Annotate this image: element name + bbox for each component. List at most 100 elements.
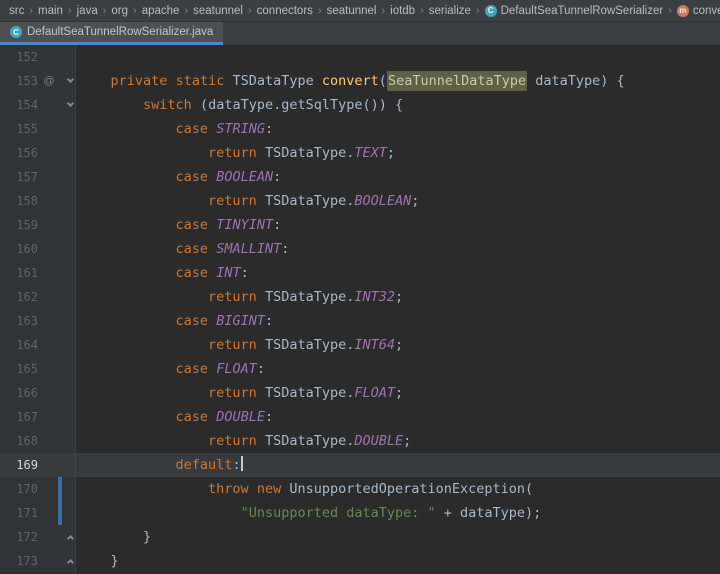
fold-toggle[interactable] bbox=[64, 525, 76, 549]
annotation-icon bbox=[42, 165, 56, 189]
nav-item-serialize[interactable]: serialize bbox=[426, 4, 474, 18]
gutter[interactable]: 155 bbox=[0, 117, 76, 141]
code-line[interactable]: 168 return TSDataType.DOUBLE; bbox=[0, 429, 720, 453]
code-line[interactable]: 156 return TSDataType.TEXT; bbox=[0, 141, 720, 165]
gutter[interactable]: 162 bbox=[0, 285, 76, 309]
tab-active-file[interactable]: C DefaultSeaTunnelRowSerializer.java bbox=[0, 22, 224, 45]
code-line[interactable]: 161 case INT: bbox=[0, 261, 720, 285]
code-text[interactable]: return TSDataType.INT32; bbox=[76, 285, 720, 309]
breadcrumb-separator: › bbox=[381, 4, 386, 17]
code-line[interactable]: 165 case FLOAT: bbox=[0, 357, 720, 381]
nav-item-java[interactable]: java bbox=[74, 4, 101, 18]
gutter[interactable]: 161 bbox=[0, 261, 76, 285]
code-text[interactable]: case STRING: bbox=[76, 117, 720, 141]
code-line[interactable]: 164 return TSDataType.INT64; bbox=[0, 333, 720, 357]
gutter[interactable]: 157 bbox=[0, 165, 76, 189]
gutter[interactable]: 170 bbox=[0, 477, 76, 501]
line-number: 159 bbox=[16, 218, 38, 232]
code-text[interactable]: return TSDataType.FLOAT; bbox=[76, 381, 720, 405]
gutter[interactable]: 169 bbox=[0, 453, 76, 477]
code-text[interactable]: case SMALLINT: bbox=[76, 237, 720, 261]
fold-toggle[interactable] bbox=[64, 549, 76, 573]
vcs-change-marker bbox=[56, 333, 64, 357]
gutter[interactable]: 165 bbox=[0, 357, 76, 381]
code-text[interactable]: throw new UnsupportedOperationException( bbox=[76, 477, 720, 501]
nav-item-method[interactable]: mconvert bbox=[674, 4, 720, 18]
code-text[interactable]: default: bbox=[76, 453, 720, 477]
gutter[interactable]: 158 bbox=[0, 189, 76, 213]
gutter[interactable]: 159 bbox=[0, 213, 76, 237]
code-line[interactable]: 152 bbox=[0, 45, 720, 69]
nav-item-connectors[interactable]: connectors bbox=[254, 4, 316, 18]
gutter[interactable]: 152 bbox=[0, 45, 76, 69]
nav-item-apache[interactable]: apache bbox=[139, 4, 183, 18]
code-text[interactable]: return TSDataType.INT64; bbox=[76, 333, 720, 357]
code-text[interactable]: return TSDataType.BOOLEAN; bbox=[76, 189, 720, 213]
code-text[interactable] bbox=[76, 45, 720, 69]
nav-item-seatunnel[interactable]: seatunnel bbox=[324, 4, 380, 18]
code-line[interactable]: 167 case DOUBLE: bbox=[0, 405, 720, 429]
gutter[interactable]: 156 bbox=[0, 141, 76, 165]
nav-item-class[interactable]: C DefaultSeaTunnelRowSerializer bbox=[482, 4, 667, 18]
code-line[interactable]: 154 switch (dataType.getSqlType()) { bbox=[0, 93, 720, 117]
code-line[interactable]: 171 "Unsupported dataType: " + dataType)… bbox=[0, 501, 720, 525]
code-line[interactable]: 163 case BIGINT: bbox=[0, 309, 720, 333]
code-text[interactable]: } bbox=[76, 549, 720, 573]
nav-item-src[interactable]: src bbox=[6, 4, 27, 18]
gutter[interactable]: 172 bbox=[0, 525, 76, 549]
gutter[interactable]: 168 bbox=[0, 429, 76, 453]
code-line[interactable]: 153 @ private static TSDataType convert(S… bbox=[0, 69, 720, 93]
code-line[interactable]: 159 case TINYINT: bbox=[0, 213, 720, 237]
code-line[interactable]: 162 return TSDataType.INT32; bbox=[0, 285, 720, 309]
code-line[interactable]: 166 return TSDataType.FLOAT; bbox=[0, 381, 720, 405]
highlighted-identifier: SeaTunnelDataType bbox=[386, 71, 528, 91]
annotation-icon bbox=[42, 237, 56, 261]
nav-item-main[interactable]: main bbox=[35, 4, 66, 18]
gutter[interactable]: 171 bbox=[0, 501, 76, 525]
code-text[interactable]: case BOOLEAN: bbox=[76, 165, 720, 189]
gutter[interactable]: 160 bbox=[0, 237, 76, 261]
line-number: 155 bbox=[16, 122, 38, 136]
gutter[interactable]: 163 bbox=[0, 309, 76, 333]
code-line[interactable]: 158 return TSDataType.BOOLEAN; bbox=[0, 189, 720, 213]
code-text[interactable]: switch (dataType.getSqlType()) { bbox=[76, 93, 720, 117]
gutter[interactable]: 167 bbox=[0, 405, 76, 429]
code-text[interactable]: return TSDataType.TEXT; bbox=[76, 141, 720, 165]
code-text[interactable]: case TINYINT: bbox=[76, 213, 720, 237]
code-line[interactable]: 173 } bbox=[0, 549, 720, 573]
line-number: 162 bbox=[16, 290, 38, 304]
nav-item-org[interactable]: org bbox=[108, 4, 131, 18]
gutter[interactable]: 154 bbox=[0, 93, 76, 117]
gutter[interactable]: 164 bbox=[0, 333, 76, 357]
annotation-icon bbox=[42, 381, 56, 405]
code-text[interactable]: } bbox=[76, 525, 720, 549]
nav-item-iotdb[interactable]: iotdb bbox=[387, 4, 418, 18]
vcs-change-marker bbox=[56, 357, 64, 381]
code-text[interactable]: case BIGINT: bbox=[76, 309, 720, 333]
code-line[interactable]: 172 } bbox=[0, 525, 720, 549]
code-editor[interactable]: 152 153 @ private static TSDataType conver… bbox=[0, 45, 720, 574]
code-text[interactable]: case FLOAT: bbox=[76, 357, 720, 381]
nav-method-label: convert bbox=[692, 4, 720, 17]
gutter[interactable]: 153 @ bbox=[0, 69, 76, 93]
nav-item-seatunnel[interactable]: seatunnel bbox=[190, 4, 246, 18]
code-text[interactable]: return TSDataType.DOUBLE; bbox=[76, 429, 720, 453]
code-text[interactable]: case DOUBLE: bbox=[76, 405, 720, 429]
fold-toggle bbox=[64, 141, 76, 165]
annotation-icon[interactable]: @ bbox=[42, 69, 56, 93]
annotation-icon bbox=[42, 93, 56, 117]
gutter[interactable]: 173 bbox=[0, 549, 76, 573]
code-line[interactable]: 155 case STRING: bbox=[0, 117, 720, 141]
vcs-change-marker bbox=[56, 309, 64, 333]
code-line[interactable]: 160 case SMALLINT: bbox=[0, 237, 720, 261]
code-text[interactable]: "Unsupported dataType: " + dataType); bbox=[76, 501, 720, 525]
gutter[interactable]: 166 bbox=[0, 381, 76, 405]
code-line[interactable]: 157 case BOOLEAN: bbox=[0, 165, 720, 189]
code-text[interactable]: case INT: bbox=[76, 261, 720, 285]
code-line[interactable]: 169 default: bbox=[0, 453, 720, 477]
fold-toggle[interactable] bbox=[64, 69, 76, 93]
vcs-change-marker bbox=[56, 237, 64, 261]
code-text[interactable]: private static TSDataType convert(SeaTun… bbox=[76, 69, 720, 93]
code-line[interactable]: 170 throw new UnsupportedOperationExcept… bbox=[0, 477, 720, 501]
fold-toggle[interactable] bbox=[64, 93, 76, 117]
